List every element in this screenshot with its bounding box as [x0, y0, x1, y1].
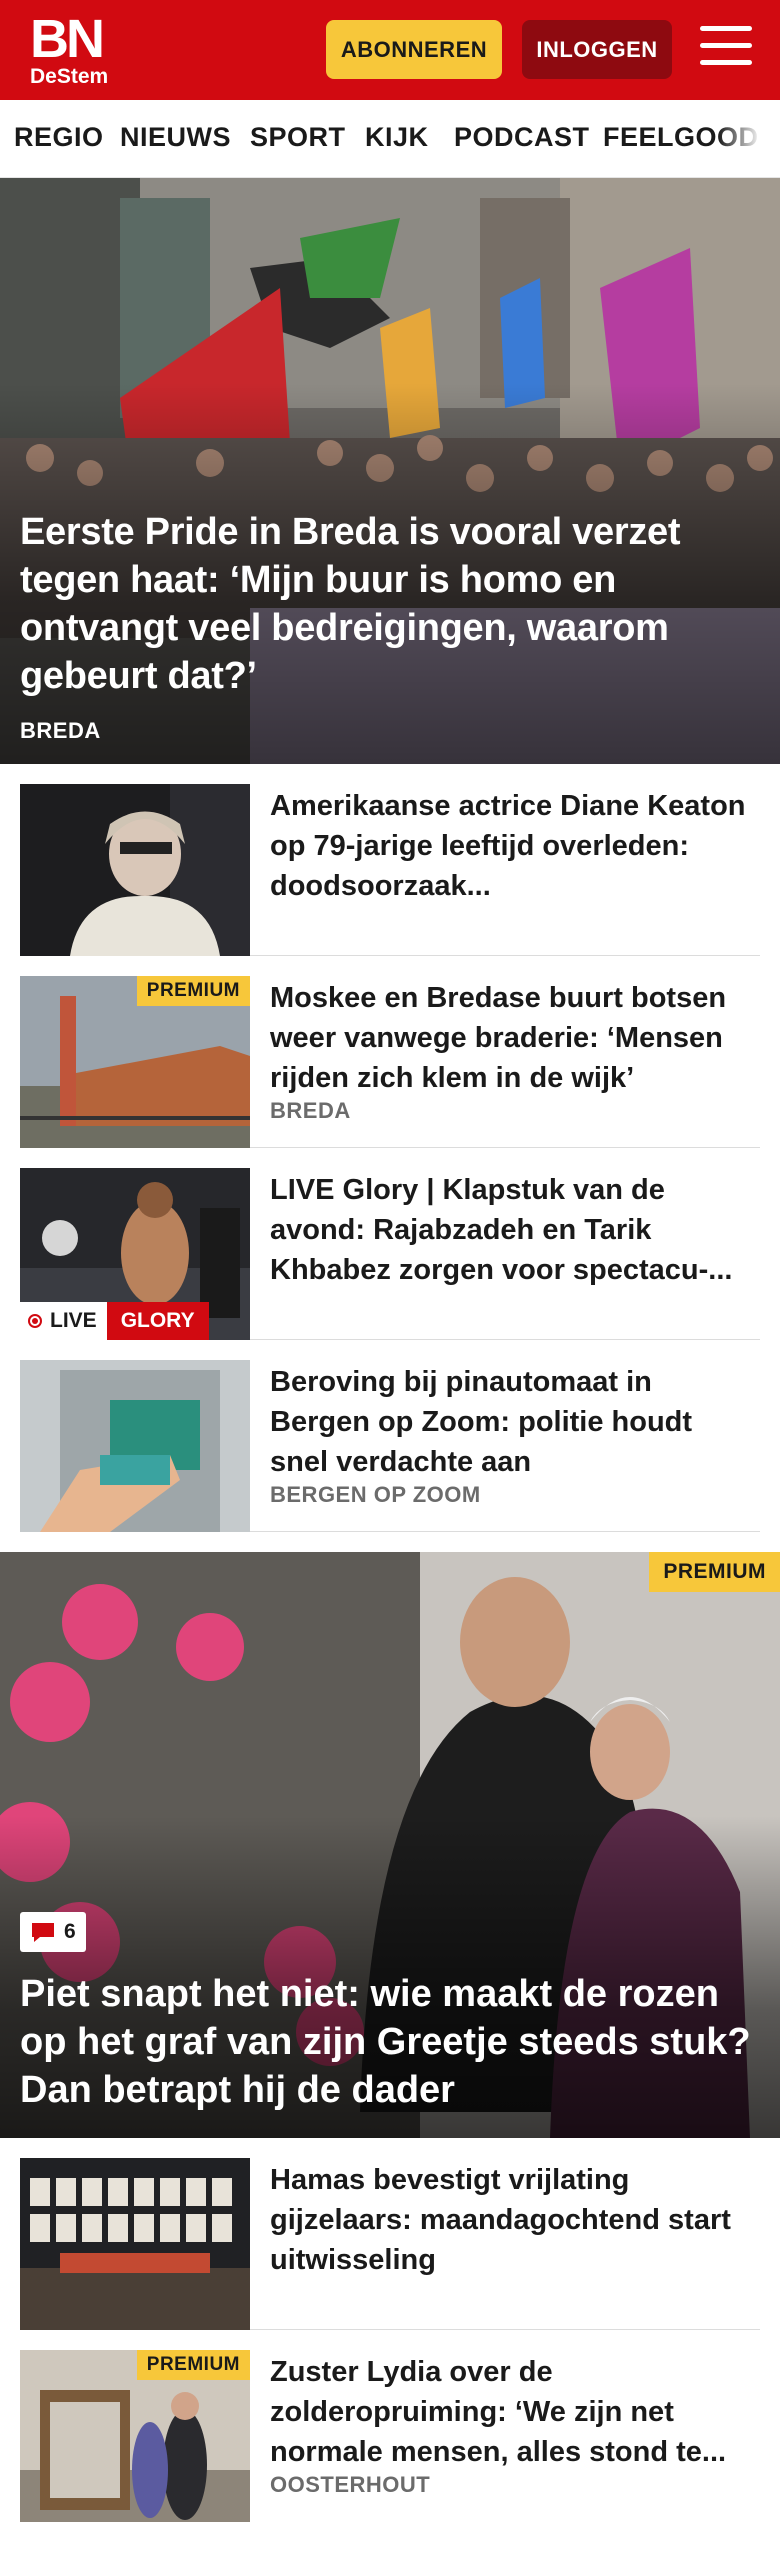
article-row[interactable]: PREMIUM Moskee en Bredase buurt botsen w…	[20, 956, 760, 1148]
article-row[interactable]: Beroving bij pinautomaat in Bergen op Zo…	[20, 1340, 760, 1532]
article-location: BERGEN OP ZOOM	[270, 1482, 481, 1507]
article-row[interactable]: PREMIUM Zuster Lydia over de zolderoprui…	[20, 2330, 760, 2522]
premium-badge: PREMIUM	[649, 1552, 780, 1592]
article-thumbnail: PREMIUM	[20, 2350, 250, 2522]
premium-badge: PREMIUM	[136, 976, 250, 1006]
article-thumbnail	[20, 1360, 250, 1532]
hero-article[interactable]: Eerste Pride in Breda is vooral verzet t…	[0, 178, 780, 764]
live-indicator: LIVE GLORY	[20, 1302, 209, 1340]
comment-count[interactable]: 6	[20, 1912, 86, 1952]
article-headline[interactable]: Moskee en Bredase buurt botsen weer vanw…	[270, 978, 750, 1098]
hero-headline[interactable]: Eerste Pride in Breda is vooral verzet t…	[20, 508, 760, 700]
nav-item-sport[interactable]: SPORT	[250, 122, 346, 153]
article-headline[interactable]: Amerikaanse actrice Diane Keaton op 79-j…	[270, 786, 750, 906]
article-headline[interactable]: LIVE Glory | Klapstuk van de avond: Raja…	[270, 1170, 750, 1290]
feature-headline[interactable]: Piet snapt het niet: wie maakt de rozen …	[20, 1970, 760, 2114]
logo-main-text: BN	[30, 9, 105, 69]
article-row[interactable]: Hamas bevestigt vrijlating gijzelaars: m…	[20, 2138, 760, 2330]
nav-item-podcast[interactable]: PODCAST	[454, 122, 590, 153]
article-headline[interactable]: Beroving bij pinautomaat in Bergen op Zo…	[270, 1362, 750, 1482]
live-text: LIVE	[50, 1309, 97, 1332]
nav-item-kijk[interactable]: KIJK	[365, 122, 429, 153]
top-bar: BN DeStem ABONNEREN INLOGGEN	[0, 0, 780, 100]
hero-location: BREDA	[20, 718, 101, 743]
hamburger-icon[interactable]	[700, 26, 752, 72]
article-row[interactable]: LIVE GLORY LIVE Glory | Klapstuk van de …	[20, 1148, 760, 1340]
article-headline[interactable]: Zuster Lydia over de zolderopruiming: ‘W…	[270, 2352, 750, 2472]
nav-item-regio[interactable]: REGIO	[14, 122, 104, 153]
feature-article[interactable]: PREMIUM 6 Piet snapt het niet: wie maakt…	[0, 1552, 780, 2138]
comment-icon	[32, 1923, 54, 1942]
login-button[interactable]: INLOGGEN	[522, 20, 672, 79]
live-dot-icon	[28, 1314, 42, 1328]
article-headline[interactable]: Hamas bevestigt vrijlating gijzelaars: m…	[270, 2160, 750, 2280]
site-logo[interactable]: BN DeStem	[30, 9, 120, 88]
subscribe-button[interactable]: ABONNEREN	[326, 20, 502, 79]
article-thumbnail	[20, 784, 250, 956]
live-topic-tag: GLORY	[106, 1302, 209, 1340]
article-location: BREDA	[270, 1098, 351, 1123]
nav-scroll-fade	[718, 100, 780, 177]
section-nav: REGIO NIEUWS SPORT KIJK PODCAST FEELGOOD	[0, 100, 780, 178]
article-thumbnail: LIVE GLORY	[20, 1168, 250, 1340]
nav-item-nieuws[interactable]: NIEUWS	[120, 122, 231, 153]
live-label: LIVE	[20, 1302, 107, 1340]
logo-sub-text: DeStem	[30, 65, 109, 88]
premium-badge: PREMIUM	[136, 2350, 250, 2380]
article-location: OOSTERHOUT	[270, 2472, 431, 2497]
article-thumbnail: PREMIUM	[20, 976, 250, 1148]
article-row[interactable]: Amerikaanse actrice Diane Keaton op 79-j…	[20, 764, 760, 956]
article-thumbnail	[20, 2158, 250, 2330]
comment-count-value: 6	[64, 1920, 76, 1943]
